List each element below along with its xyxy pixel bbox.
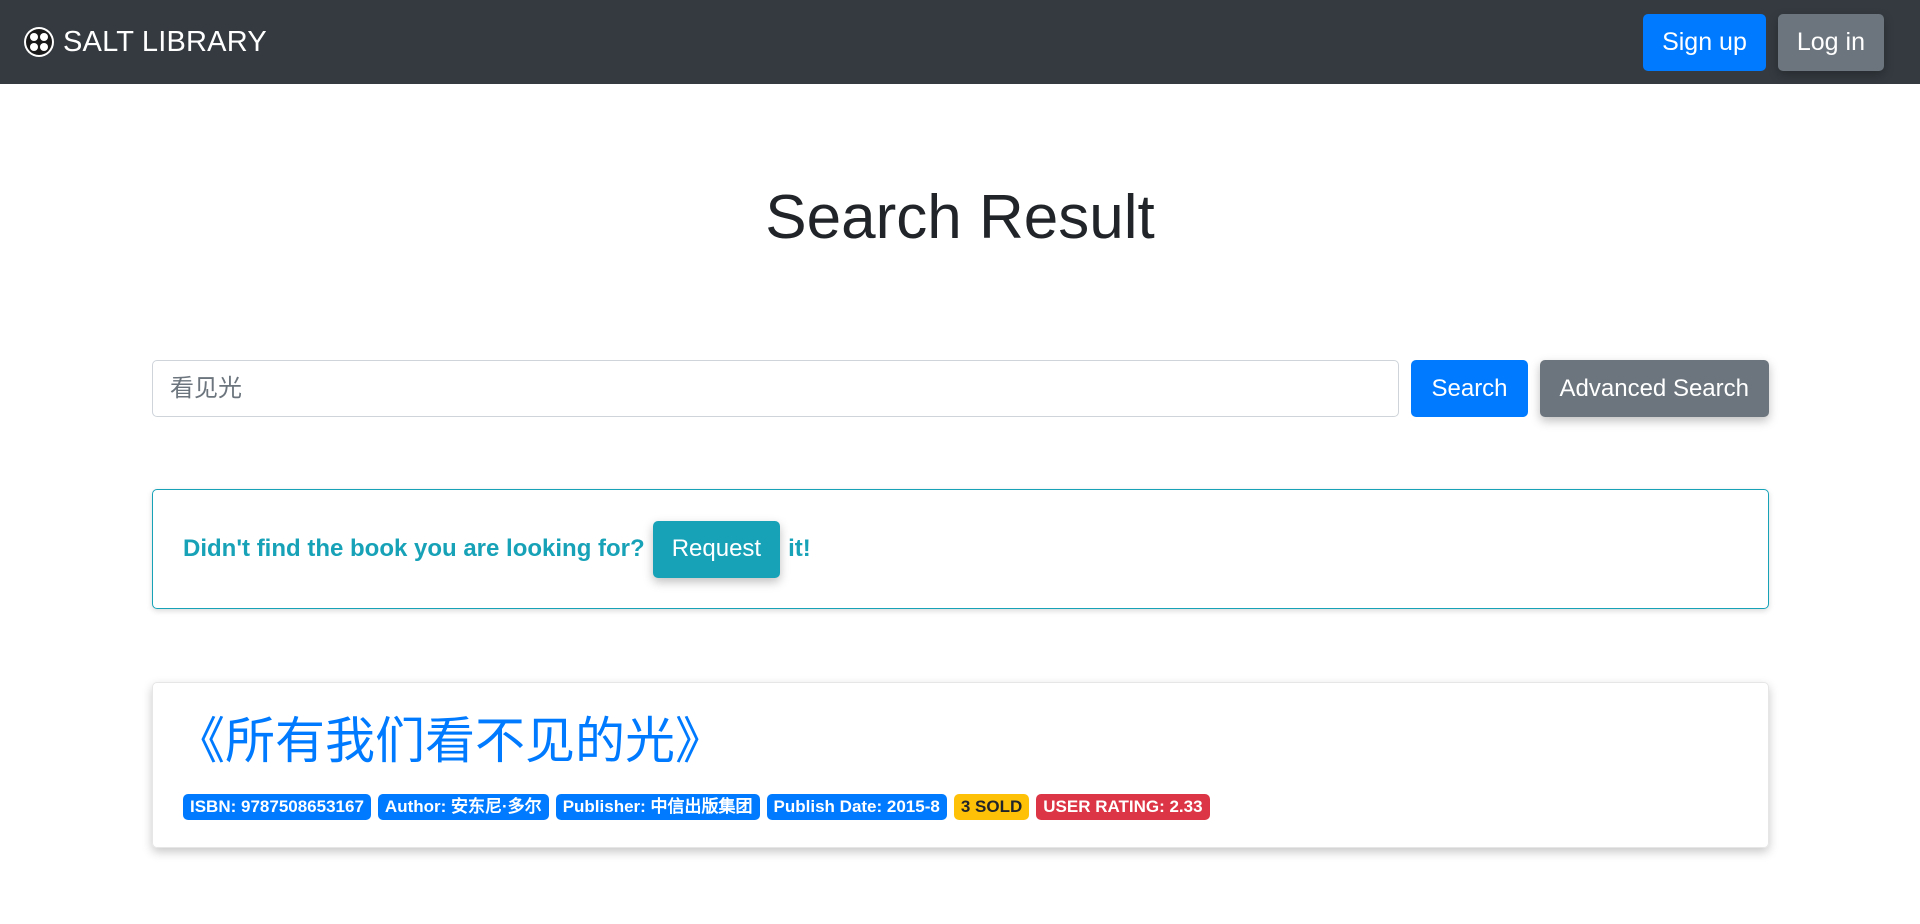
brand-link[interactable]: SALT LIBRARY bbox=[23, 26, 267, 59]
advanced-search-button[interactable]: Advanced Search bbox=[1539, 360, 1769, 417]
author-badge: Author: 安东尼·多尔 bbox=[377, 794, 549, 820]
user-rating-badge: USER RATING: 2.33 bbox=[1036, 794, 1210, 820]
brand-name: SALT LIBRARY bbox=[63, 25, 267, 58]
request-book-alert: Didn't find the book you are looking for… bbox=[152, 489, 1769, 609]
sold-count-badge: 3 SOLD bbox=[953, 794, 1030, 820]
request-prompt-text: Didn't find the book you are looking for… bbox=[183, 535, 645, 562]
isbn-badge: ISBN: 9787508653167 bbox=[183, 794, 371, 820]
page-title: Search Result bbox=[765, 183, 1155, 252]
publish-date-badge: Publish Date: 2015-8 bbox=[766, 794, 947, 820]
search-button[interactable]: Search bbox=[1411, 360, 1528, 417]
salt-logo-icon bbox=[23, 26, 55, 58]
top-navbar: SALT LIBRARY Sign up Log in bbox=[0, 0, 1920, 84]
login-button[interactable]: Log in bbox=[1777, 13, 1884, 71]
book-title-link[interactable]: 《所有我们看不见的光》 bbox=[175, 716, 1738, 766]
signup-button[interactable]: Sign up bbox=[1643, 13, 1766, 71]
book-badges: ISBN: 9787508653167 Author: 安东尼·多尔 Publi… bbox=[183, 794, 1738, 820]
nav-actions: Sign up Log in bbox=[1643, 13, 1884, 71]
publisher-badge: Publisher: 中信出版集团 bbox=[555, 794, 760, 820]
request-suffix-text: it! bbox=[788, 535, 811, 562]
result-card: 《所有我们看不见的光》 ISBN: 9787508653167 Author: … bbox=[152, 682, 1769, 848]
search-input[interactable] bbox=[152, 360, 1400, 417]
search-bar: Search Advanced Search bbox=[152, 360, 1769, 417]
request-button[interactable]: Request bbox=[652, 520, 781, 578]
